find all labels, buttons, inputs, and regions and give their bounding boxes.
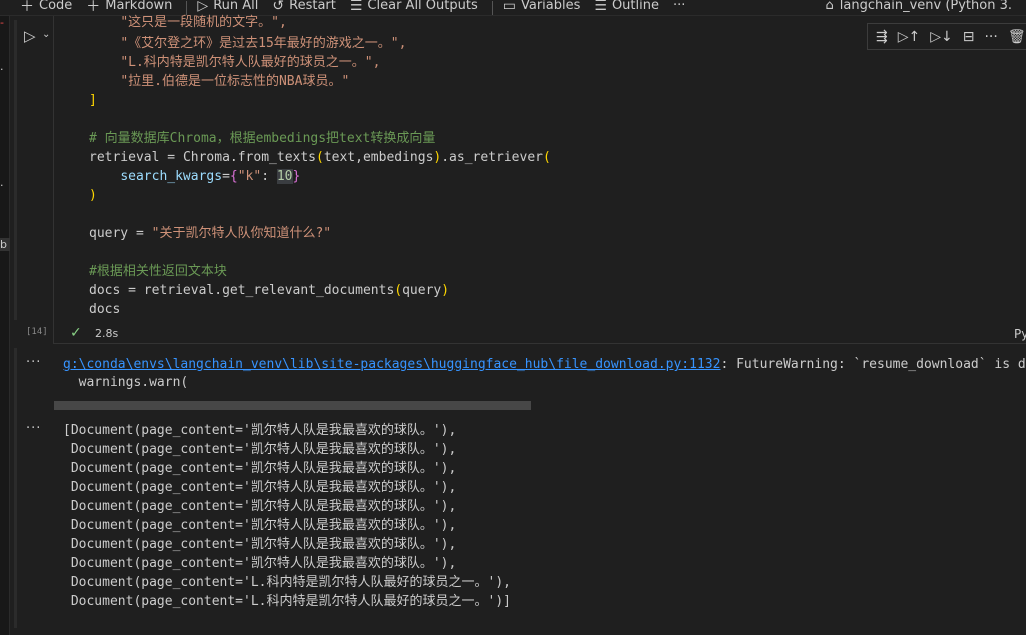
marker: - (0, 16, 4, 29)
result-line: Document(page_content='L.科内特是凯尔特人队最好的球员之… (63, 575, 511, 590)
result-line: Document(page_content='凯尔特人队是我最喜欢的球队。'), (63, 537, 457, 552)
execution-count: [14] (26, 327, 48, 337)
warning-text: : FutureWarning: `resume_download` is de… (720, 357, 1026, 372)
delete-icon[interactable]: 🗑 (1008, 29, 1026, 45)
side-panel-edge: - . . b (0, 16, 10, 635)
variables-button[interactable]: ▭ Variables (503, 0, 581, 14)
cell-focus-bar (14, 20, 17, 320)
execution-time: 2.8s (95, 327, 119, 340)
marker: . (0, 176, 4, 189)
result-line: Document(page_content='L.科内特是凯尔特人队最好的球员之… (63, 594, 511, 609)
result-line: [Document(page_content='凯尔特人队是我最喜欢的球队。')… (63, 423, 457, 438)
code-line: retrieval = Chroma.from_texts(text,embed… (89, 150, 551, 165)
output-focus-bar (14, 348, 17, 628)
chevron-down-icon[interactable]: ⌄ (42, 29, 50, 40)
file-link[interactable]: g:\conda\envs\langchain_venv\lib\site-pa… (63, 357, 720, 372)
class: Chroma (182, 150, 230, 165)
divider (491, 0, 493, 15)
warning-line: g:\conda\envs\langchain_venv\lib\site-pa… (63, 355, 1026, 374)
outline-button[interactable]: ☰ Outline (594, 0, 659, 14)
clear-icon: ☰ (349, 0, 363, 14)
code-line: "这只是一段随机的文字。", (89, 13, 287, 32)
check-icon: ✓ (70, 325, 82, 341)
dict-key: "k" (237, 169, 262, 184)
var: docs (89, 283, 121, 298)
progress-bar (54, 401, 531, 410)
op: = (128, 226, 152, 241)
kernel-icon: ⌂ (825, 0, 834, 13)
code-line: docs (89, 302, 121, 317)
string-literal: "L.科内特是凯尔特人队最好的球员之一。", (120, 55, 381, 70)
cell-toolbar: ⇶ ▷↑ ▷↓ ⊟ ··· 🗑 (867, 23, 1026, 50)
label: Markdown (105, 0, 173, 13)
string-literal: "这只是一段随机的文字。", (120, 15, 287, 30)
execute-above-icon[interactable]: ▷↑ (898, 29, 921, 45)
plus-icon: ＋ (20, 0, 34, 15)
restart-button[interactable]: ↺ Restart (272, 0, 335, 14)
output-more-icon[interactable]: ··· (26, 421, 41, 436)
fn: .as_retriever (441, 150, 543, 165)
label: Run All (213, 0, 259, 13)
k-value: 10 (276, 169, 293, 184)
string-literal: "拉里.伯德是一位标志性的NBA球员。" (120, 74, 350, 89)
fn: get_relevant_documents (222, 283, 395, 298)
label: Outline (611, 0, 659, 13)
kernel-picker[interactable]: ⌂ langchain_venv (Python 3. (826, 0, 1012, 13)
comment: # 向量数据库Chroma，根据embedings把text转换成向量 (89, 131, 436, 146)
split-cell-icon[interactable]: ⊟ (963, 29, 975, 45)
run-all-button[interactable]: ▷ Run All (197, 0, 258, 14)
code-line: search_kwargs={"k": 10} (120, 169, 301, 184)
args: text,embedings (323, 150, 434, 165)
code-line: query = "关于凯尔特人队你知道什么?" (89, 224, 331, 243)
result-line: Document(page_content='凯尔特人队是我最喜欢的球队。'), (63, 442, 457, 457)
op: = (120, 283, 144, 298)
result-line: Document(page_content='凯尔特人队是我最喜欢的球队。'), (63, 518, 457, 533)
result-line: Document(page_content='凯尔特人队是我最喜欢的球队。'), (63, 556, 457, 571)
code-line: docs = retrieval.get_relevant_documents(… (89, 283, 450, 298)
result-line: Document(page_content='凯尔特人队是我最喜欢的球队。'), (63, 480, 457, 495)
label: Restart (289, 0, 336, 13)
more-button[interactable]: ··· (673, 0, 685, 13)
comment: #根据相关性返回文本块 (89, 264, 227, 279)
bracket: ] (89, 93, 97, 108)
marker: b (0, 238, 10, 251)
warning-line: warnings.warn( (63, 375, 189, 390)
label: Clear All Outputs (367, 0, 478, 13)
run-icon: ▷ (197, 0, 209, 14)
add-code-button[interactable]: ＋ Code (20, 0, 73, 15)
more-icon[interactable]: ··· (984, 29, 997, 45)
restart-icon: ↺ (272, 0, 285, 14)
clear-all-outputs-button[interactable]: ☰ Clear All Outputs (350, 0, 478, 14)
kernel-label: langchain_venv (Python 3. (839, 0, 1012, 13)
var: query (89, 226, 129, 241)
more-icon: ··· (672, 0, 686, 13)
marker: . (0, 60, 4, 73)
code-line: "L.科内特是凯尔特人队最好的球员之一。", (89, 53, 380, 72)
string-literal: "关于凯尔特人队你知道什么?" (151, 226, 332, 241)
cell-language[interactable]: Py (1014, 327, 1026, 341)
run-by-line-icon[interactable]: ⇶ (876, 29, 888, 45)
result-line: Document(page_content='凯尔特人队是我最喜欢的球队。'), (63, 461, 457, 476)
code-line: ) (89, 188, 97, 203)
var: query (402, 283, 442, 298)
label: Variables (520, 0, 581, 13)
kwarg: search_kwargs (120, 169, 223, 184)
string-literal: "《艾尔登之环》是过去15年最好的游戏之一。", (120, 36, 407, 51)
code-line: "拉里.伯德是一位标志性的NBA球员。" (89, 72, 349, 91)
code-line: ] (89, 91, 97, 110)
code-line: "《艾尔登之环》是过去15年最好的游戏之一。", (89, 34, 406, 53)
op: = (159, 150, 183, 165)
var: retrieval (89, 150, 160, 165)
list-icon: ☰ (594, 0, 607, 14)
output-more-icon[interactable]: ··· (26, 355, 41, 370)
var: retrieval (143, 283, 215, 298)
variables-icon: ▭ (502, 0, 516, 14)
fn: .from_texts (229, 150, 316, 165)
execute-below-icon[interactable]: ▷↓ (930, 29, 953, 45)
label: Code (39, 0, 73, 13)
result-line: Document(page_content='凯尔特人队是我最喜欢的球队。'), (63, 499, 457, 514)
run-cell-icon[interactable]: ▷ (24, 27, 36, 45)
